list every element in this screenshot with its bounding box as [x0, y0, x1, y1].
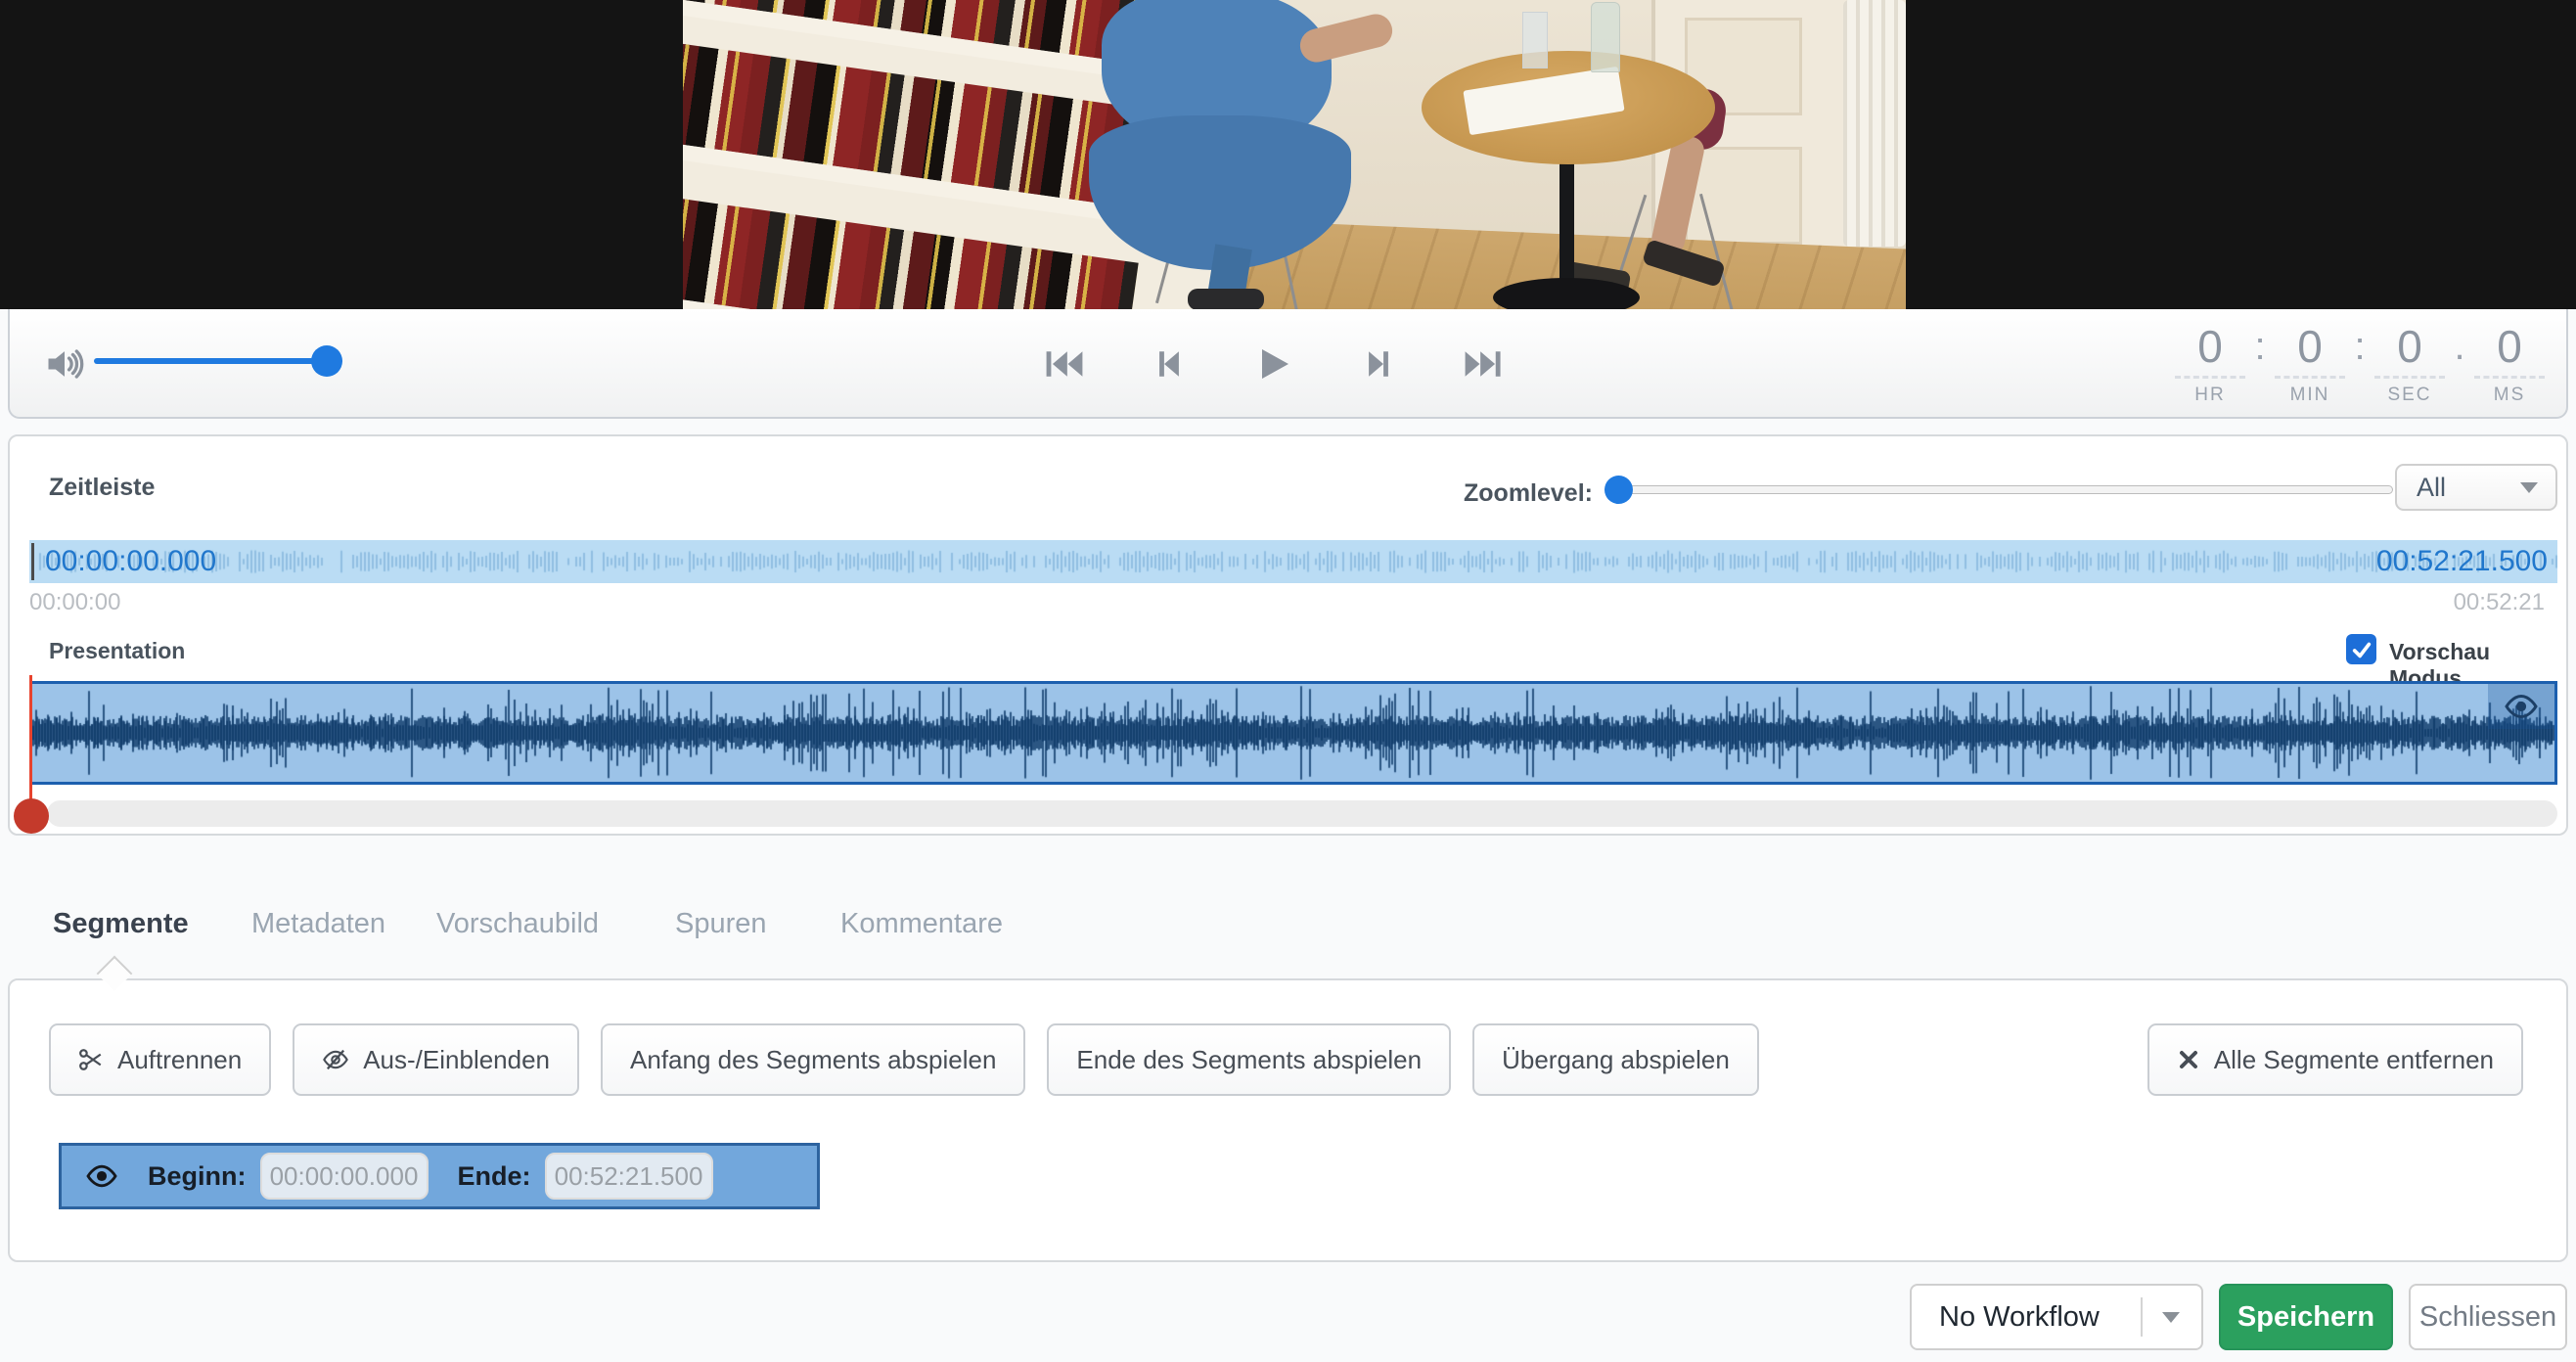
skip-start-icon[interactable]	[1039, 339, 1090, 389]
dashed-underline	[2474, 376, 2545, 379]
play-segment-start-label: Anfang des Segments abspielen	[630, 1045, 996, 1075]
dashed-underline	[2275, 376, 2345, 379]
timeline-overview-bar[interactable]: 00:00:00.000 00:52:21.500	[29, 540, 2557, 583]
preview-mode-checkbox[interactable]	[2346, 634, 2376, 664]
zoomlevel-label: Zoomlevel:	[1464, 479, 1593, 508]
close-button[interactable]: Schliessen	[2409, 1284, 2567, 1350]
play-transition-button[interactable]: Übergang abspielen	[1472, 1023, 1759, 1096]
timeline-panel: Zeitleiste Zoomlevel: All 00:00:00.000 0…	[8, 434, 2568, 836]
remove-all-segments-button[interactable]: Alle Segmente entfernen	[2147, 1023, 2523, 1096]
eye-slash-icon	[322, 1047, 349, 1072]
speaker-icon[interactable]	[43, 342, 86, 386]
playhead-knob[interactable]	[14, 798, 49, 834]
remove-x-icon	[2177, 1048, 2200, 1071]
tab-kommentare[interactable]: Kommentare	[840, 908, 1003, 940]
horizontal-scrollbar[interactable]	[47, 800, 2557, 827]
time-ms: 0 MS	[2470, 321, 2549, 406]
video-player[interactable]	[683, 0, 1906, 309]
segment-visibility-corner[interactable]	[2488, 684, 2554, 729]
timeline-title: Zeitleiste	[49, 474, 155, 502]
segment-begin-input[interactable]: 00:00:00.000	[260, 1153, 429, 1200]
previous-frame-icon[interactable]	[1144, 339, 1195, 389]
time-separator: .	[2449, 321, 2470, 372]
remove-all-segments-label: Alle Segmente entfernen	[2214, 1045, 2494, 1075]
play-transition-label: Übergang abspielen	[1502, 1045, 1730, 1075]
skip-end-icon[interactable]	[1458, 339, 1509, 389]
radiator	[1843, 0, 1906, 247]
tab-spuren[interactable]: Spuren	[675, 908, 767, 940]
chevron-down-icon	[2520, 482, 2538, 493]
volume-handle[interactable]	[311, 345, 342, 377]
zoom-slider[interactable]	[1604, 485, 2393, 494]
segments-panel: Auftrennen Aus-/Einblenden Anfang des Se…	[8, 978, 2568, 1262]
segment-begin-label: Beginn:	[148, 1161, 247, 1192]
segment-row[interactable]: Beginn: 00:00:00.000 Ende: 00:52:21.500	[59, 1143, 820, 1209]
toggle-segment-button[interactable]: Aus-/Einblenden	[293, 1023, 579, 1096]
track-filter-value: All	[2417, 473, 2446, 503]
zoom-slider-handle[interactable]	[1604, 476, 1633, 504]
time-sec: 0 SEC	[2371, 321, 2449, 406]
video-editor: 0 HR : 0 MIN : 0 SEC . 0 MS Zeitleiste Z…	[0, 0, 2576, 1362]
save-button[interactable]: Speichern	[2219, 1284, 2393, 1350]
time-separator: :	[2349, 321, 2371, 372]
table-base	[1493, 278, 1640, 309]
play-segment-end-label: Ende des Segments abspielen	[1076, 1045, 1422, 1075]
tab-metadaten[interactable]: Metadaten	[251, 908, 385, 940]
tab-segmente[interactable]: Segmente	[53, 908, 189, 940]
play-icon[interactable]	[1248, 339, 1299, 389]
segment-end-input[interactable]: 00:52:21.500	[545, 1153, 713, 1200]
split-button-label: Auftrennen	[117, 1045, 242, 1075]
divider	[2141, 1297, 2143, 1337]
time-min: 0 MIN	[2271, 321, 2349, 406]
timeline-end-time: 00:52:21.500	[2376, 545, 2548, 578]
waveform	[32, 684, 2554, 782]
timeline-under-end: 00:52:21	[2454, 589, 2545, 616]
tab-vorschaubild[interactable]: Vorschaubild	[436, 908, 599, 940]
track-name: Presentation	[49, 638, 185, 664]
time-separator: :	[2249, 321, 2271, 372]
play-segment-start-button[interactable]: Anfang des Segments abspielen	[601, 1023, 1025, 1096]
play-segment-end-button[interactable]: Ende des Segments abspielen	[1047, 1023, 1451, 1096]
time-display: 0 HR : 0 MIN : 0 SEC . 0 MS	[2171, 321, 2549, 406]
bottle	[1591, 2, 1620, 72]
chevron-down-icon	[2162, 1312, 2180, 1323]
workflow-select[interactable]: No Workflow	[1910, 1284, 2203, 1350]
video-stage	[0, 0, 2576, 309]
timeline-start-time: 00:00:00.000	[45, 545, 216, 578]
workflow-select-value: No Workflow	[1939, 1301, 2100, 1334]
toggle-segment-button-label: Aus-/Einblenden	[363, 1045, 550, 1075]
track-filter-select[interactable]: All	[2395, 464, 2557, 511]
segment-toolbar: Auftrennen Aus-/Einblenden Anfang des Se…	[49, 1023, 2523, 1096]
table-pole	[1559, 147, 1574, 299]
check-icon	[2351, 639, 2373, 660]
eye-icon[interactable]	[85, 1162, 118, 1190]
timeline-mini-waveform	[29, 540, 2557, 583]
time-hr: 0 HR	[2171, 321, 2249, 406]
dashed-underline	[2175, 376, 2245, 379]
dashed-underline	[2374, 376, 2445, 379]
person-shoe	[1188, 289, 1264, 309]
scissors-icon	[78, 1047, 104, 1072]
drinking-glass	[1522, 12, 1548, 68]
timeline-under-start: 00:00:00	[29, 589, 120, 616]
transport-controls	[1039, 323, 1509, 405]
next-frame-icon[interactable]	[1353, 339, 1404, 389]
segment-end-label: Ende:	[458, 1161, 531, 1192]
playhead-line[interactable]	[29, 675, 32, 802]
split-button[interactable]: Auftrennen	[49, 1023, 271, 1096]
eye-icon	[2504, 692, 2539, 721]
waveform-track-segment[interactable]	[29, 681, 2557, 785]
timeline-cursor[interactable]	[31, 543, 34, 580]
volume-slider[interactable]	[94, 358, 342, 364]
